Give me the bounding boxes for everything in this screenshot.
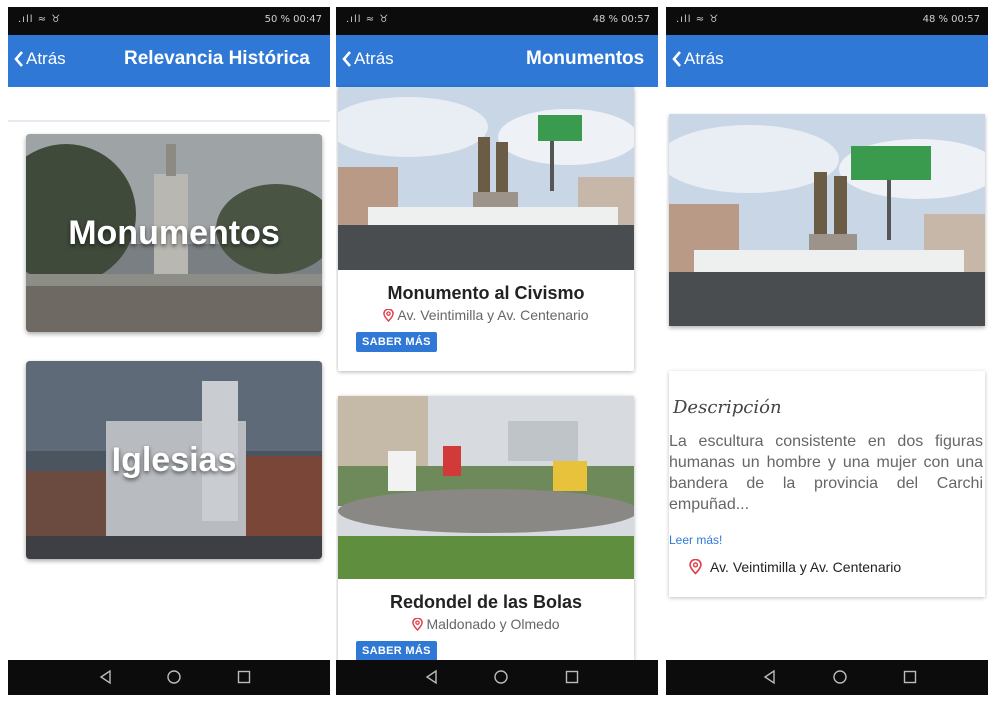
back-button[interactable]: Atrás xyxy=(14,49,66,69)
screen-monumentos: .ıll ≈ ♉ 48 % 00:57 Atrás Monumentos Mon… xyxy=(336,7,658,695)
monument-name: Monumento al Civismo xyxy=(387,283,585,303)
android-nav-bar xyxy=(336,660,658,695)
recents-square-icon[interactable] xyxy=(564,669,580,685)
status-bar: .ıll ≈ ♉ 48 % 00:57 xyxy=(666,7,988,35)
category-card-iglesias[interactable]: Iglesias xyxy=(26,361,322,559)
app-bar: Atrás Relevancia Histórica xyxy=(8,35,330,87)
location-pin-icon xyxy=(689,559,702,575)
recents-square-icon[interactable] xyxy=(902,669,918,685)
back-label: Atrás xyxy=(354,49,394,68)
monument-card[interactable]: Monumento al Civismo Av. Veintimilla y A… xyxy=(338,87,634,371)
location-text: Av. Veintimilla y Av. Centenario xyxy=(710,559,902,575)
divider xyxy=(8,120,330,122)
monument-photo xyxy=(669,114,985,326)
category-label: Monumentos xyxy=(68,213,280,252)
home-circle-icon[interactable] xyxy=(166,669,182,685)
app-bar: Atrás xyxy=(666,35,988,87)
battery-time: 48 % 00:57 xyxy=(592,14,650,25)
category-label: Iglesias xyxy=(111,440,237,479)
back-triangle-icon[interactable] xyxy=(424,669,440,685)
description-heading: Descripción xyxy=(673,397,782,418)
status-bar: .ıll ≈ ♉ 48 % 00:57 xyxy=(336,7,658,35)
home-circle-icon[interactable] xyxy=(832,669,848,685)
back-label: Atrás xyxy=(684,49,724,68)
screen-relevancia-historica: .ıll ≈ ♉ 50 % 00:47 Atrás Relevancia His… xyxy=(8,7,330,695)
signal-wifi-indicators: .ıll ≈ ♉ xyxy=(18,14,62,25)
back-label: Atrás xyxy=(26,49,66,68)
back-chevron-icon xyxy=(14,51,23,67)
status-bar: .ıll ≈ ♉ 50 % 00:47 xyxy=(8,7,330,35)
location-pin-icon xyxy=(383,308,395,322)
monument-address: Av. Veintimilla y Av. Centenario xyxy=(338,307,634,323)
battery-time: 50 % 00:47 xyxy=(264,14,322,25)
monument-name: Redondel de las Bolas xyxy=(389,592,583,612)
back-triangle-icon[interactable] xyxy=(762,669,778,685)
monument-photo xyxy=(338,396,634,579)
page-title: Relevancia Histórica xyxy=(124,48,310,69)
signal-wifi-indicators: .ıll ≈ ♉ xyxy=(346,14,390,25)
saber-mas-button[interactable]: SABER MÁS xyxy=(356,332,437,352)
monument-card[interactable]: Redondel de las Bolas Maldonado y Olmedo… xyxy=(338,396,634,695)
battery-time: 48 % 00:57 xyxy=(922,14,980,25)
home-circle-icon[interactable] xyxy=(493,669,509,685)
back-chevron-icon xyxy=(672,51,681,67)
location-row: Av. Veintimilla y Av. Centenario xyxy=(689,559,901,575)
back-button[interactable]: Atrás xyxy=(342,49,394,69)
android-nav-bar xyxy=(666,660,988,695)
category-card-monumentos[interactable]: Monumentos xyxy=(26,134,322,332)
page-title: Monumentos xyxy=(526,48,645,69)
description-card: Descripción La escultura consistente en … xyxy=(669,371,985,597)
description-text: La escultura consistente en dos figuras … xyxy=(669,433,983,513)
saber-mas-button[interactable]: SABER MÁS xyxy=(356,641,437,661)
screen-monument-detail: .ıll ≈ ♉ 48 % 00:57 Atrás Descripción La… xyxy=(666,7,988,695)
app-bar: Atrás Monumentos xyxy=(336,35,658,87)
signal-wifi-indicators: .ıll ≈ ♉ xyxy=(676,14,720,25)
read-more-link[interactable]: Leer más! xyxy=(669,533,722,547)
back-chevron-icon xyxy=(342,51,351,67)
address-text: Maldonado y Olmedo xyxy=(426,616,560,632)
monument-photo xyxy=(338,87,634,270)
back-triangle-icon[interactable] xyxy=(98,669,114,685)
android-nav-bar xyxy=(8,660,330,695)
back-button[interactable]: Atrás xyxy=(672,49,724,69)
monument-address: Maldonado y Olmedo xyxy=(338,616,634,632)
address-text: Av. Veintimilla y Av. Centenario xyxy=(397,307,589,323)
location-pin-icon xyxy=(412,617,424,631)
recents-square-icon[interactable] xyxy=(236,669,252,685)
